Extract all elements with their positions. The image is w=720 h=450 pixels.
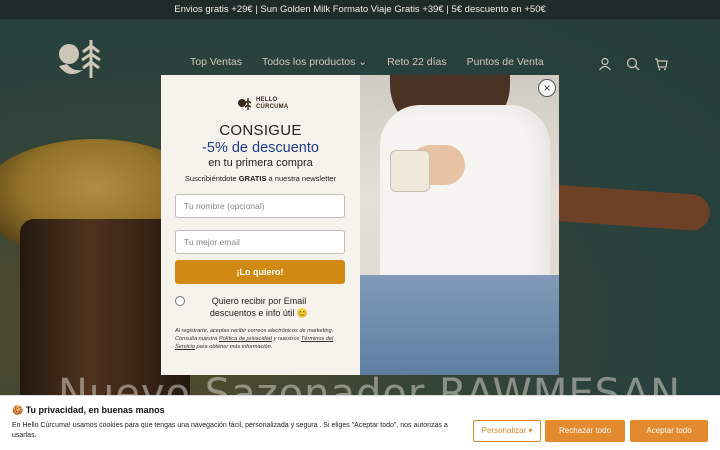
close-icon[interactable]: × xyxy=(538,79,556,97)
popup-legal-text: Al registrarte, aceptas recibir correos … xyxy=(175,327,353,351)
cookie-title: 🍪 Tu privacidad, en buenas manos xyxy=(12,405,165,415)
marketing-consent-checkbox[interactable] xyxy=(175,296,185,306)
photo-jeans xyxy=(360,275,559,375)
popup-form-panel: HELLO CÚRCUMA CONSIGUE -5% de descuento … xyxy=(161,75,360,375)
logo-line-2: CÚRCUMA xyxy=(256,104,289,110)
popup-newsletter-text: Suscribiéntdote GRATIS a nuestra newslet… xyxy=(161,174,360,183)
name-field[interactable]: Tu nombre (opcional) xyxy=(175,194,345,218)
announcement-bar: Envios gratis +29€ | Sun Golden Milk For… xyxy=(0,0,720,19)
sub-pre: Suscribiéntdote xyxy=(184,174,239,183)
popup-discount: -5% de descuento xyxy=(202,140,319,156)
logo-line-1: HELLO xyxy=(256,97,278,103)
sub-bold: GRATIS xyxy=(238,174,267,183)
popup-logo: HELLO CÚRCUMA xyxy=(237,97,288,111)
reject-all-button[interactable]: Rechazar todo xyxy=(545,420,625,442)
cookie-text: En Hello Cúrcuma! usamos cookies para qu… xyxy=(12,422,448,439)
popup-heading: CONSIGUE xyxy=(219,122,302,139)
popup-logo-text: HELLO CÚRCUMA xyxy=(256,97,288,111)
legal-text-3: para obtener más información. xyxy=(194,344,273,350)
logo-mark-icon xyxy=(238,98,252,110)
popup-subheading: en tu primera compra xyxy=(208,157,313,169)
marketing-consent-label: Quiero recibir por Email descuentos e in… xyxy=(209,296,309,318)
submit-button[interactable]: ¡Lo quiero! xyxy=(175,260,345,284)
email-placeholder: Tu mejor email xyxy=(184,237,240,247)
newsletter-popup: HELLO CÚRCUMA CONSIGUE -5% de descuento … xyxy=(161,75,559,375)
privacy-policy-link[interactable]: Política de privacidad xyxy=(219,336,272,342)
sub-post: a nuestra newsletter xyxy=(266,174,337,183)
cookie-banner: 🍪 Tu privacidad, en buenas manos En Hell… xyxy=(0,395,720,450)
legal-text-2: y nuestros xyxy=(272,336,301,342)
name-placeholder: Tu nombre (opcional) xyxy=(184,201,265,211)
accept-all-button[interactable]: Aceptar todo xyxy=(630,420,708,442)
photo-mug xyxy=(390,150,430,192)
email-field[interactable]: Tu mejor email xyxy=(175,230,345,254)
customize-button[interactable]: Personalizar ▾ xyxy=(473,420,541,442)
popup-photo xyxy=(360,75,559,375)
announcement-text: Envios gratis +29€ | Sun Golden Milk For… xyxy=(174,4,546,15)
